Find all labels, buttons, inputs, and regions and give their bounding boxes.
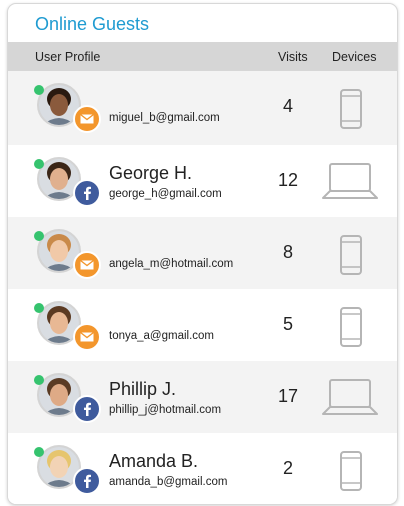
visit-count: 5	[282, 314, 293, 334]
guest-name: George H.	[109, 163, 193, 183]
phone-icon	[340, 307, 362, 352]
visit-count: 2	[282, 458, 293, 478]
laptop-icon	[322, 162, 378, 205]
phone-icon	[340, 235, 362, 280]
online-status-dot	[34, 447, 44, 457]
guest-name: Amanda B.	[109, 451, 199, 471]
column-header-devices: Devices	[332, 50, 377, 64]
guest-row[interactable]: Phillip J. phillip_j@hotmail.com 17	[8, 361, 397, 433]
panel-title: Online Guests	[35, 14, 150, 34]
visit-count: 12	[277, 170, 299, 190]
online-status-dot	[34, 303, 44, 313]
email-icon	[73, 251, 101, 279]
guest-row[interactable]: George H. george_h@gmail.com 12	[8, 145, 397, 217]
guest-email: george_h@gmail.com	[109, 188, 222, 200]
column-header-user-profile: User Profile	[35, 50, 101, 64]
visit-count: 8	[282, 242, 293, 262]
visit-count: 4	[282, 96, 293, 116]
guest-email: phillip_j@hotmail.com	[109, 404, 222, 416]
guest-row[interactable]: tonya_a@gmail.com 5	[8, 289, 397, 361]
column-header-visits: Visits	[278, 50, 308, 64]
facebook-icon	[73, 179, 101, 207]
facebook-icon	[73, 395, 101, 423]
email-icon	[73, 323, 101, 351]
guest-row[interactable]: angela_m@hotmail.com 8	[8, 217, 397, 289]
visit-count: 17	[277, 386, 299, 406]
online-guests-panel: Online Guests User Profile Visits Device…	[7, 3, 398, 505]
guest-email: angela_m@hotmail.com	[109, 258, 234, 270]
phone-icon	[340, 451, 362, 496]
laptop-icon	[322, 378, 378, 421]
guest-email: miguel_b@gmail.com	[109, 112, 220, 124]
guest-email: tonya_a@gmail.com	[109, 330, 214, 342]
table-header: User Profile Visits Devices	[8, 42, 397, 71]
online-status-dot	[34, 159, 44, 169]
online-status-dot	[34, 375, 44, 385]
email-icon	[73, 105, 101, 133]
guest-name: Phillip J.	[109, 379, 177, 399]
guest-email: amanda_b@gmail.com	[109, 476, 228, 488]
online-status-dot	[34, 231, 44, 241]
phone-icon	[340, 89, 362, 134]
facebook-icon	[73, 467, 101, 495]
online-status-dot	[34, 85, 44, 95]
guest-row[interactable]: Amanda B. amanda_b@gmail.com 2	[8, 433, 397, 504]
guest-row[interactable]: miguel_b@gmail.com 4	[8, 71, 397, 145]
guest-list: miguel_b@gmail.com 4 George H. george_h@gma…	[8, 71, 397, 504]
